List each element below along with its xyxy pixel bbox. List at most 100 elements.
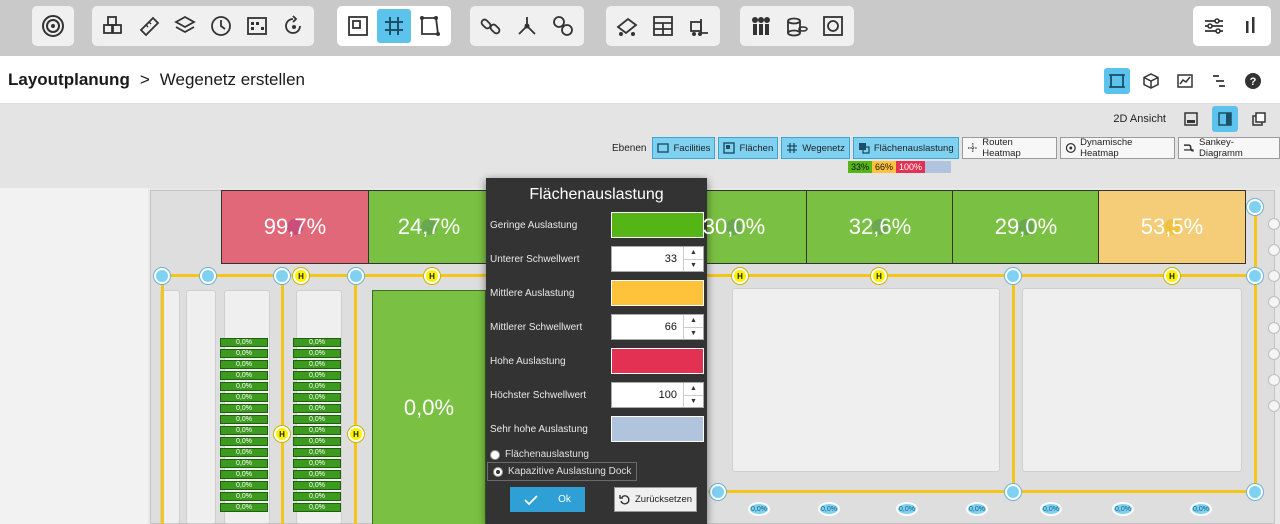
forklift-icon[interactable] [682,9,716,43]
decrement-icon[interactable]: ▼ [684,260,703,272]
rack-cell[interactable]: 0,0% [220,415,268,424]
zone-5[interactable]: 29,0% [952,190,1100,264]
stop-node[interactable]: H [871,268,887,284]
layers-icon[interactable] [168,9,202,43]
increment-icon[interactable]: ▲ [684,383,703,396]
boxes-icon[interactable] [96,9,130,43]
layer-flaechenauslastung[interactable]: Flächenauslastung [852,137,959,159]
max-threshold-stepper[interactable]: 100 ▲ ▼ [611,382,704,408]
mid-color-swatch[interactable] [611,280,704,306]
polygon-icon[interactable] [413,9,447,43]
rack-cell[interactable]: 0,0% [220,404,268,413]
rack-cell[interactable]: 0,0% [293,459,341,468]
zone-1[interactable]: 99,7% [221,190,369,264]
rack-cell[interactable]: 0,0% [220,437,268,446]
zone-6[interactable]: 53,5% [1098,190,1246,264]
zone-2[interactable]: 24,7% [368,190,490,264]
high-color-swatch[interactable] [611,348,704,374]
rack-cell[interactable]: 0,0% [293,404,341,413]
rack-cell[interactable]: 0,0% [293,360,341,369]
cube-icon[interactable] [1138,68,1164,94]
popout-view-icon[interactable] [1246,106,1272,132]
stop-node[interactable]: H [274,426,290,442]
very-high-color-swatch[interactable] [611,416,704,442]
path-node[interactable] [154,268,170,284]
grid-dots-icon[interactable] [240,9,274,43]
rack-cell[interactable]: 0,0% [293,393,341,402]
rack-cell[interactable]: 0,0% [293,481,341,490]
reset-button[interactable]: Zurücksetzen [614,487,697,512]
help-icon[interactable]: ? [1240,68,1266,94]
increment-icon[interactable]: ▲ [684,315,703,328]
truck-loading-icon[interactable] [610,9,644,43]
rack-cell[interactable]: 0,0% [220,459,268,468]
decrement-icon[interactable]: ▼ [684,328,703,340]
rack-cell[interactable]: 0,0% [293,492,341,501]
rack-cell[interactable]: 0,0% [220,371,268,380]
rack-cell[interactable]: 0,0% [293,382,341,391]
layer-wegenetz[interactable]: Wegenetz [781,137,850,159]
stop-node[interactable]: H [732,268,748,284]
low-color-swatch[interactable] [611,212,704,238]
grid-icon[interactable] [377,9,411,43]
path-node[interactable] [1247,484,1263,500]
path-node[interactable] [710,484,726,500]
handle[interactable] [1268,348,1280,360]
rack-cell[interactable]: 0,0% [220,470,268,479]
handle[interactable] [1268,322,1280,334]
rack-cell[interactable]: 0,0% [293,448,341,457]
path-node[interactable] [1247,199,1263,215]
stop-node[interactable]: H [424,268,440,284]
chain-icon[interactable] [546,9,580,43]
area-icon[interactable] [341,9,375,43]
rack-cell[interactable]: 0,0% [220,382,268,391]
rack-cell[interactable]: 0,0% [293,371,341,380]
dock-node[interactable]: 0,0% [966,502,988,516]
rack-cell[interactable]: 0,0% [220,349,268,358]
rack-cell[interactable]: 0,0% [220,492,268,501]
rack-cell[interactable]: 0,0% [220,481,268,490]
handle[interactable] [1268,218,1280,230]
rack-cell[interactable]: 0,0% [220,503,268,512]
refresh-search-icon[interactable] [276,9,310,43]
rack-cell[interactable]: 0,0% [220,360,268,369]
radar-icon[interactable] [36,9,70,43]
dock-node[interactable]: 0,0% [1190,502,1212,516]
save-view-icon[interactable] [1178,106,1204,132]
mid-threshold-stepper[interactable]: 66 ▲ ▼ [611,314,704,340]
sliders-icon[interactable] [1197,9,1231,43]
path-node[interactable] [1005,268,1021,284]
stop-node[interactable]: H [348,426,364,442]
network-icon[interactable] [510,9,544,43]
shelves-icon[interactable] [646,9,680,43]
path-node[interactable] [200,268,216,284]
layer-facilities[interactable]: Facilities [652,137,716,159]
increment-icon[interactable]: ▲ [684,247,703,260]
handle[interactable] [1268,296,1280,308]
rack-cell[interactable]: 0,0% [293,426,341,435]
rack-cell[interactable]: 0,0% [220,393,268,402]
link-icon[interactable] [474,9,508,43]
rack-cell[interactable]: 0,0% [220,426,268,435]
lower-threshold-stepper[interactable]: 33 ▲ ▼ [611,246,704,272]
coins-icon[interactable] [780,9,814,43]
bars-icon[interactable] [1233,9,1267,43]
split-view-icon[interactable] [1212,106,1238,132]
list-tree-icon[interactable] [1206,68,1232,94]
radio-dock-utilization[interactable]: Kapazitive Auslastung Dock [487,462,638,481]
ruler-icon[interactable] [132,9,166,43]
mid-threshold-value[interactable]: 66 [612,321,683,333]
ok-button[interactable]: Ok [510,487,585,512]
target-icon[interactable] [816,9,850,43]
radio-button-selected[interactable] [493,466,503,477]
dock-node[interactable]: 0,0% [896,502,918,516]
rack-cell[interactable]: 0,0% [293,470,341,479]
rack-cell[interactable]: 0,0% [293,338,341,347]
frame-view-icon[interactable] [1104,68,1130,94]
decrement-icon[interactable]: ▼ [684,396,703,408]
handle[interactable] [1268,400,1280,412]
radio-button[interactable] [490,449,500,460]
clock-icon[interactable] [204,9,238,43]
zone-4[interactable]: 32,6% [806,190,954,264]
handle[interactable] [1268,374,1280,386]
